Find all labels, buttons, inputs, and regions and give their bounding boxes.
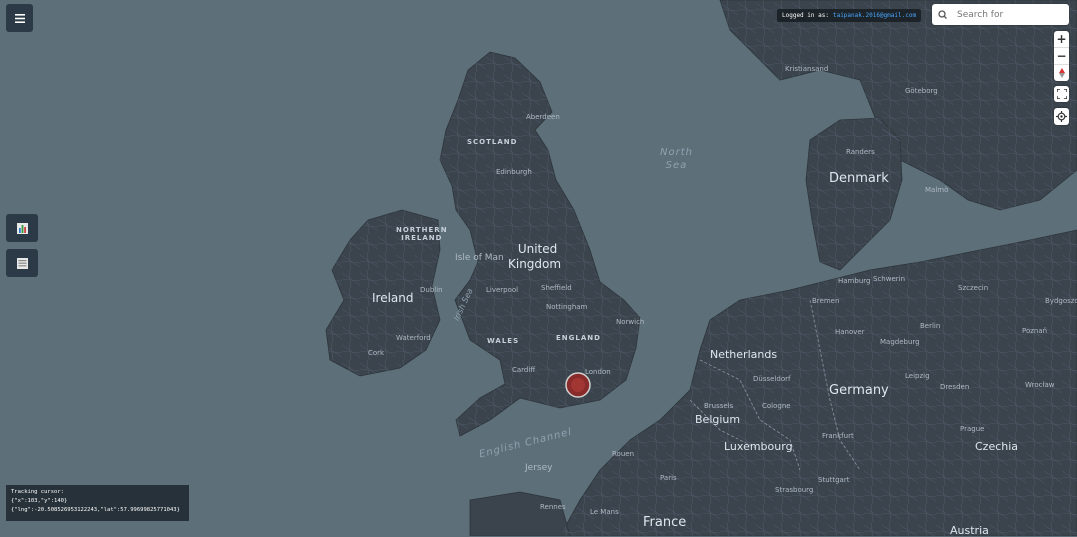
label-frankfurt: Frankfurt xyxy=(822,432,854,440)
label-jersey: Jersey xyxy=(525,463,553,473)
login-status: Logged in as: taipanak.2016@gmail.com xyxy=(777,9,922,22)
login-email[interactable]: taipanak.2016@gmail.com xyxy=(833,12,916,19)
label-dublin: Dublin xyxy=(420,286,443,294)
label-london: London xyxy=(585,368,611,376)
label-rennes: Rennes xyxy=(540,503,566,511)
label-north-sea-line2: Sea xyxy=(665,160,688,171)
label-edinburgh: Edinburgh xyxy=(496,168,532,176)
label-aberdeen: Aberdeen xyxy=(526,113,560,121)
label-goteborg: Göteborg xyxy=(905,87,938,95)
label-leipzig: Leipzig xyxy=(905,372,930,380)
zoom-in-button[interactable]: + xyxy=(1054,31,1069,47)
label-uk-line1: United xyxy=(517,242,558,256)
label-cologne: Cologne xyxy=(762,402,791,410)
label-hamburg: Hamburg xyxy=(838,277,871,285)
location-marker[interactable] xyxy=(565,372,591,398)
label-paris: Paris xyxy=(660,474,677,482)
label-prague: Prague xyxy=(960,425,985,433)
label-england: ENGLAND xyxy=(556,334,601,342)
layers-icon xyxy=(16,257,28,269)
label-scotland: SCOTLAND xyxy=(467,138,518,146)
tracking-cursor-panel: Tracking cursor: {"x":103,"y":140} {"lng… xyxy=(6,485,189,521)
label-szczecin: Szczecin xyxy=(958,284,989,292)
label-rouen: Rouen xyxy=(612,450,635,458)
label-ni-line1: NORTHERN xyxy=(396,226,448,234)
label-bremen: Bremen xyxy=(812,297,840,305)
label-dusseldorf: Düsseldorf xyxy=(753,375,791,383)
label-liverpool: Liverpool xyxy=(486,286,519,294)
label-magdeburg: Magdeburg xyxy=(880,338,920,346)
label-sheffield: Sheffield xyxy=(541,284,572,292)
label-dresden: Dresden xyxy=(940,383,970,391)
label-united-kingdom: United Kingdom xyxy=(508,242,561,272)
layers-button[interactable] xyxy=(6,249,38,277)
label-hanover: Hanover xyxy=(835,328,865,336)
label-cork: Cork xyxy=(368,349,385,357)
brittany-land xyxy=(469,491,571,536)
label-le-mans: Le Mans xyxy=(590,508,619,516)
label-ireland: Ireland xyxy=(372,291,414,305)
label-isle-of-man: Isle of Man xyxy=(455,253,504,263)
compass-button[interactable] xyxy=(1054,64,1069,81)
fullscreen-button[interactable] xyxy=(1054,86,1069,102)
label-poznan: Poznań xyxy=(1022,327,1048,335)
label-stuttgart: Stuttgart xyxy=(818,476,850,484)
label-czechia: Czechia xyxy=(975,440,1019,453)
label-france: France xyxy=(643,515,687,530)
label-waterford: Waterford xyxy=(396,334,431,342)
label-cardiff: Cardiff xyxy=(512,366,536,374)
label-luxembourg: Luxembourg xyxy=(724,440,793,453)
label-randers: Randers xyxy=(846,148,875,156)
tracker-title: Tracking cursor: xyxy=(11,489,64,495)
fullscreen-icon xyxy=(1056,89,1067,99)
label-wales: WALES xyxy=(487,337,520,345)
tracker-xy: {"x":103,"y":140} xyxy=(11,498,68,504)
label-north-sea: North Sea xyxy=(660,146,693,172)
tracker-lnglat: {"lng":-20.508526953122243,"lat":57.9969… xyxy=(11,507,180,513)
label-malmo: Malmö xyxy=(925,186,949,194)
chart-icon xyxy=(16,222,28,234)
label-norwich: Norwich xyxy=(616,318,645,326)
label-germany: Germany xyxy=(829,383,889,398)
compass-icon xyxy=(1058,68,1065,78)
label-kristiansand: Kristiansand xyxy=(785,65,829,73)
label-uk-line2: Kingdom xyxy=(508,257,562,271)
geolocate-icon xyxy=(1056,111,1067,122)
zoom-controls: + − xyxy=(1054,31,1069,81)
hamburger-menu-icon xyxy=(14,13,25,23)
label-north-sea-line1: North xyxy=(660,147,693,158)
label-austria: Austria xyxy=(950,524,989,537)
label-berlin: Berlin xyxy=(920,322,941,330)
label-bydgoszcz: Bydgoszcz xyxy=(1045,297,1077,305)
label-brussels: Brussels xyxy=(704,402,734,410)
label-wroclaw: Wrocław xyxy=(1025,381,1055,389)
menu-button[interactable] xyxy=(6,4,33,32)
label-denmark: Denmark xyxy=(829,171,889,186)
label-ni-line2: IRELAND xyxy=(401,234,443,242)
label-schwerin: Schwerin xyxy=(873,275,906,283)
label-strasbourg: Strasbourg xyxy=(775,486,814,494)
label-belgium: Belgium xyxy=(695,413,741,426)
zoom-out-button[interactable]: − xyxy=(1054,47,1069,64)
search-box[interactable] xyxy=(932,4,1069,25)
search-input[interactable] xyxy=(955,8,1069,21)
label-nottingham: Nottingham xyxy=(546,303,588,311)
login-prefix: Logged in as: xyxy=(782,12,829,19)
search-icon xyxy=(938,9,947,19)
roads-overlay xyxy=(326,0,1077,536)
geolocate-button[interactable] xyxy=(1054,108,1069,125)
chart-button[interactable] xyxy=(6,214,38,242)
label-netherlands: Netherlands xyxy=(710,348,778,361)
label-northern-ireland: NORTHERN IRELAND xyxy=(396,226,448,242)
